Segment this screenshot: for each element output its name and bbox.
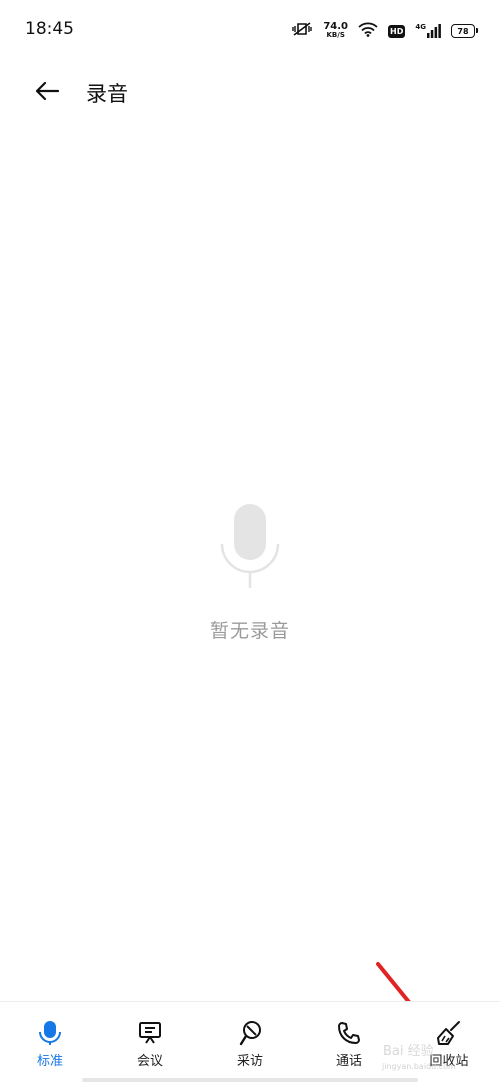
net-speed-value: 74.0 [323,21,349,32]
tab-standard[interactable]: 标准 [10,1020,90,1072]
vibrate-mute-icon [291,21,313,41]
hd-badge: HD [388,24,406,38]
back-button[interactable] [30,76,64,106]
microphone-icon [37,1020,63,1046]
network-type: 4G [415,23,426,31]
page-title: 录音 [86,82,128,106]
tab-label: 通话 [335,1054,362,1069]
wifi-icon [358,22,378,41]
arrow-left-icon [35,81,60,101]
status-bar: 18:45 74.0 KB/S HD 4G 78 [0,0,500,60]
empty-message: 暂无录音 [209,620,290,642]
tab-label: 采访 [236,1054,263,1069]
status-time: 18:45 [25,19,74,39]
microphone-empty-icon [220,504,280,588]
tab-label: 会议 [136,1054,163,1069]
interview-icon [237,1020,263,1046]
status-icons: 74.0 KB/S HD 4G 78 [291,20,478,42]
home-indicator [82,1078,418,1082]
meeting-icon [137,1020,163,1046]
tab-call[interactable]: 通话 [309,1020,389,1072]
tab-meeting[interactable]: 会议 [110,1020,190,1072]
app-header: 录音 [0,64,500,120]
phone-icon [336,1020,362,1046]
tab-label: 标准 [36,1054,63,1069]
watermark: Bai 经验 [383,1044,434,1059]
empty-state: 暂无录音 [0,500,500,643]
watermark-url: jingyan.baidu.com [382,1062,456,1071]
battery-indicator: 78 [451,24,478,38]
net-speed-unit: KB/S [326,31,345,39]
broom-icon [436,1020,462,1046]
net-speed: 74.0 KB/S [323,22,348,40]
signal-icon: 4G [415,24,441,38]
tab-interview[interactable]: 采访 [210,1020,290,1072]
